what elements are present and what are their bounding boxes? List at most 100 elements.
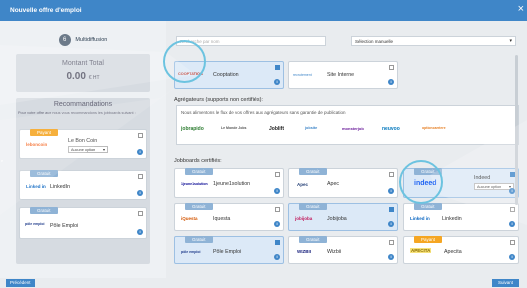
jobsite-logo: jobsite [305,126,318,130]
info-icon[interactable]: i [137,229,143,235]
checkbox[interactable] [510,240,515,245]
next-button[interactable]: Suivant [491,279,519,287]
recommendations-title: Recommandations [53,101,113,108]
jobboard-name: Indeed [474,175,491,181]
lemonde-logo: Le Monde Jobs [221,126,247,130]
reco-card-leboncoin[interactable]: Payant leboncoin Le Bon Coin Aucune opti… [19,129,147,159]
price-badge: Gratuit [185,236,213,243]
price-badge: Gratuit [414,203,442,210]
info-icon[interactable]: i [509,221,515,227]
monster-logo: monsterjob [342,126,364,131]
jobboard-name: Site Interne [327,72,355,78]
reco-card-linkedin[interactable]: Gratuit Linked in LinkedIn i [19,170,147,200]
recommendations-description: Pour votre offre aux nous vous recommand… [18,111,136,115]
jobboards-title: Jobboards certifiés: [174,158,222,164]
checkbox[interactable] [138,174,143,179]
card-apecita[interactable]: Payant APECITA Apecita i [403,236,519,264]
price-badge: Payant [30,129,59,136]
modal-footer: Précédent Suivant [0,278,527,288]
pole-emploi-logo: pôle emploi [181,250,201,254]
leboncoin-logo: leboncoin [26,142,48,147]
sort-select[interactable]: Sélection manuelle ▾ [351,36,516,46]
info-icon[interactable]: i [274,188,280,194]
price-badge: Gratuit [185,203,213,210]
checkbox-checked[interactable] [275,65,280,70]
option-select-value: Aucune option [477,185,502,189]
close-icon[interactable]: × [518,4,524,15]
checkbox[interactable] [389,240,394,245]
jobboard-name: Iquesta [213,216,231,222]
pole-emploi-logo: pôle emploi [25,222,45,226]
scrollbar[interactable] [515,55,518,205]
reco-card-pole-emploi[interactable]: Gratuit pôle emploi Pôle Emploi i [19,207,147,239]
price-badge: Payant [414,236,443,243]
site-interne-logo: recrutement [293,73,312,77]
jobboard-name: Apec [327,181,340,187]
step-number: 6 [58,34,71,46]
apec-logo: Apec [297,182,309,187]
price-badge: Gratuit [299,168,327,175]
jobboard-name: Wizbii [327,249,342,255]
info-icon[interactable]: i [137,190,143,196]
jobboard-name: LinkedIn [50,184,71,190]
info-icon[interactable]: i [509,254,515,260]
card-site-interne[interactable]: recrutement Site Interne i [288,61,398,89]
card-wizbii[interactable]: Gratuit WIZBII Wizbii i [288,236,398,264]
card-linkedin[interactable]: Gratuit Linked in Linkedin i [403,203,519,231]
total-currency: € HT [88,75,100,81]
modal-title: Nouvelle offre d'emploi [10,7,82,14]
modal-header: Nouvelle offre d'emploi × [0,0,527,21]
highlight-circle-indeed [399,160,443,204]
card-1jeune1solution[interactable]: Gratuit 1jeune1solution 1jeune1solution … [174,168,284,198]
card-pole-emploi[interactable]: Gratuit pôle emploi Pôle Emploi i [174,236,284,264]
checkbox[interactable] [275,172,280,177]
chevron-down-icon: ▾ [509,38,512,44]
checkbox-checked[interactable] [275,240,280,245]
checkbox[interactable] [275,207,280,212]
recommendations-panel: Recommandations Pour votre offre aux nou… [16,98,150,264]
card-jobijoba[interactable]: Gratuit jobijoba Jobijoba i [288,203,398,231]
optioncarriere-logo: optioncarriere [422,126,446,130]
jobboard-name: Pôle Emploi [50,223,79,229]
info-icon[interactable]: i [388,254,394,260]
info-icon[interactable]: i [274,221,280,227]
price-badge: Gratuit [299,236,327,243]
option-select[interactable]: Aucune option ▾ [474,183,514,190]
apecita-logo: APECITA [410,248,432,253]
checkbox[interactable] [138,133,143,138]
card-apec[interactable]: Gratuit Apec Apec i [288,168,398,198]
info-icon[interactable]: i [274,79,280,85]
info-icon[interactable]: i [137,149,143,155]
checkbox-checked[interactable] [389,207,394,212]
aggregators-title: Agrégateurs (supports non certifiés): [174,97,263,103]
1jeune1solution-logo: 1jeune1solution [181,182,208,186]
neuvoo-logo: neuvoo [382,126,400,132]
jobrapido-logo: jobrapido [181,126,204,132]
option-select[interactable]: Aucune option ▾ [68,146,108,153]
jobboard-name: Jobijoba [327,216,347,222]
previous-button[interactable]: Précédent [6,279,35,287]
info-icon[interactable]: i [388,188,394,194]
modal-body: 6 Multidiffusion Montant Total 0.00 € HT… [0,21,527,278]
price-badge: Gratuit [30,207,58,214]
jobboard-name: 1jeune1solution [213,181,251,187]
checkbox[interactable] [389,65,394,70]
aggregators-card[interactable]: Nous alimentons le flux de vos offres au… [176,105,519,145]
info-icon[interactable]: i [274,254,280,260]
info-icon[interactable]: i [388,79,394,85]
info-icon[interactable]: i [388,221,394,227]
checkbox[interactable] [389,172,394,177]
card-iquesta[interactable]: Gratuit iQuesta Iquesta i [174,203,284,231]
jobboard-name: Apecita [444,249,462,255]
price-badge: Gratuit [30,170,58,177]
summary-column: 6 Multidiffusion Montant Total 0.00 € HT… [0,21,166,278]
aggregators-description: Nous alimentons le flux de vos offres au… [181,110,346,115]
jobboard-name: Le Bon Coin [68,138,98,144]
sort-value: Sélection manuelle [355,39,394,44]
linkedin-logo: Linked in [410,216,430,221]
jobboard-selection: Recherche par nom Sélection manuelle ▾ C… [166,21,527,278]
joblift-logo: Joblift [269,126,284,132]
checkbox[interactable] [138,211,143,216]
jobboard-name: Linkedin [442,216,462,222]
checkbox[interactable] [510,207,515,212]
